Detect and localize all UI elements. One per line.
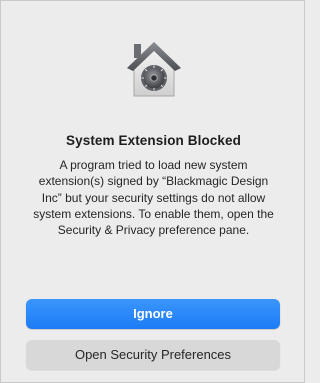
system-extension-dialog: System Extension Blocked A program tried… xyxy=(0,0,305,383)
ignore-button[interactable]: Ignore xyxy=(26,299,280,329)
dialog-title: System Extension Blocked xyxy=(66,133,241,148)
dialog-message: A program tried to load new system exten… xyxy=(33,158,274,238)
security-house-lock-icon xyxy=(125,38,183,100)
open-security-preferences-button[interactable]: Open Security Preferences xyxy=(26,340,280,370)
